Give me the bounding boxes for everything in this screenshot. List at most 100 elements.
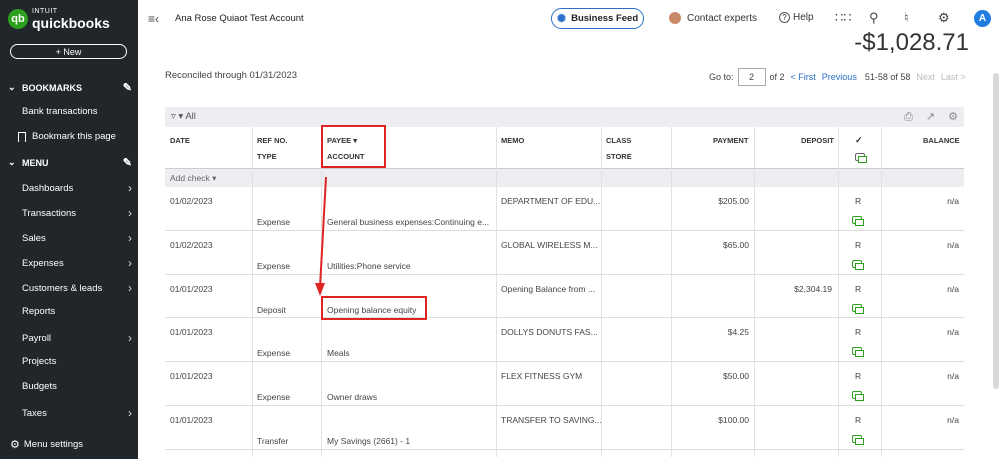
caret-down-icon: ▾ [178, 111, 184, 122]
add-check-dropdown[interactable]: Add check ▾ [165, 169, 964, 187]
intuit-wordmark: INTUIT [32, 8, 58, 15]
table-row[interactable]: 01/02/2023 Expense General business expens… [165, 187, 964, 231]
chevron-right-icon: › [128, 231, 132, 245]
payee-account-highlight-box [321, 125, 386, 168]
pencil-icon[interactable]: ✎ [123, 156, 132, 169]
sidebar-item-budgets[interactable]: Budgets [22, 381, 132, 392]
business-feed-label: Business Feed [571, 13, 639, 24]
attachment-icon[interactable] [852, 347, 864, 358]
col-payment[interactable]: PAYMENT [713, 136, 748, 145]
sidebar-item-expenses[interactable]: Expenses › [22, 256, 132, 270]
col-type[interactable]: TYPE [257, 152, 277, 161]
page-number-input[interactable]: 2 [737, 68, 766, 86]
column-divider [881, 127, 882, 457]
contact-experts-button[interactable]: Contact experts [669, 12, 757, 24]
chevron-right-icon: › [128, 281, 132, 295]
contact-experts-label: Contact experts [687, 12, 758, 24]
help-button[interactable]: ? Help [779, 12, 814, 23]
row-memo: GLOBAL WIRELESS M... [501, 239, 598, 250]
sidebar-item-sales[interactable]: Sales › [22, 231, 132, 245]
business-feed-button[interactable]: ✺ Business Feed [551, 8, 644, 29]
row-type: Transfer [257, 435, 289, 446]
table-row[interactable]: 01/01/2023 Deposit Opening balance equity O… [165, 275, 964, 319]
menu-label: MENU [22, 157, 49, 168]
row-reconcile-status: R [855, 414, 862, 425]
attachment-icon[interactable] [852, 391, 864, 402]
column-divider [496, 127, 497, 457]
col-class[interactable]: CLASS [606, 136, 631, 145]
row-memo: DEPARTMENT OF EDU... [501, 196, 601, 206]
table-row[interactable]: 01/01/2023 Expense Meals DOLLYS DONUTS FAS.… [165, 318, 964, 363]
sidebar-item-bookmark-this-page[interactable]: Bookmark this page [18, 131, 128, 142]
filter-funnel-icon: ▿ [171, 111, 176, 122]
user-avatar[interactable]: A [974, 10, 991, 27]
attachment-icon[interactable] [852, 434, 864, 445]
chevron-right-icon: › [128, 206, 132, 220]
attachment-icon[interactable] [852, 216, 864, 226]
table-header: DATE REF NO. TYPE PAYEE ▾ ACCOUNT MEMO C… [165, 127, 964, 169]
gear-icon[interactable]: ⚙ [938, 10, 950, 26]
table-row[interactable]: 01/02/2023 Expense Utilities:Phone service… [165, 231, 964, 275]
sidebar-item-label: Bookmark this page [32, 131, 116, 142]
col-reconcile-status[interactable]: ✓ [855, 135, 863, 146]
row-reconcile-status: R [855, 283, 862, 294]
apps-grid-icon[interactable]: ∷∷ [835, 10, 852, 26]
vertical-scrollbar[interactable] [993, 73, 999, 389]
row-memo: TRANSFER TO SAVING... [501, 414, 601, 425]
attachment-icon[interactable] [852, 303, 864, 314]
col-balance[interactable]: BALANCE [923, 136, 960, 145]
row-account: Owner draws [327, 392, 378, 403]
sidebar-item-label: Customers & leads [22, 282, 103, 294]
expert-avatar-icon [669, 12, 681, 24]
row-balance: n/a [947, 239, 959, 250]
column-divider [252, 127, 253, 457]
first-page-link[interactable]: < First [791, 72, 816, 82]
page-total: of 2 [769, 72, 785, 82]
settings-gear-icon[interactable]: ⚙ [948, 111, 958, 123]
bell-icon[interactable]: ♮ [904, 10, 909, 26]
search-icon[interactable]: ⚲ [869, 10, 879, 26]
menu-section-header[interactable]: ⌄ MENU ✎ [8, 156, 132, 169]
chevron-down-icon: ⌄ [8, 157, 16, 167]
sidebar-item-reports[interactable]: Reports [22, 306, 132, 317]
table-row[interactable]: 01/01/2023 Expense Owner draws FLEX FITNESS… [165, 362, 964, 406]
menu-settings-button[interactable]: ⚙ Menu settings [10, 438, 83, 451]
filter-dropdown[interactable]: ▿ ▾ All [171, 111, 196, 122]
bookmark-icon [18, 131, 26, 142]
export-icon[interactable]: ↗ [926, 111, 935, 123]
col-store[interactable]: STORE [606, 152, 632, 161]
print-icon[interactable]: ⎙ [904, 111, 913, 123]
column-divider [838, 127, 839, 457]
new-button[interactable]: + New [10, 44, 127, 59]
row-type: Deposit [257, 304, 286, 315]
column-divider [601, 127, 602, 457]
add-check-label: Add check [170, 173, 210, 183]
table-row[interactable]: 01/01/2023 Transfer My Savings (2661) - 1 T… [165, 406, 964, 450]
sidebar-item-projects[interactable]: Projects [22, 356, 132, 367]
sidebar-item-transactions[interactable]: Transactions › [22, 206, 132, 220]
col-date[interactable]: DATE [170, 136, 190, 145]
previous-page-link[interactable]: Previous [822, 72, 857, 82]
sidebar-item-taxes[interactable]: Taxes › [22, 406, 132, 420]
row-payment: $4.25 [727, 327, 749, 338]
sidebar-item-dashboards[interactable]: Dashboards › [22, 181, 132, 195]
sidebar-item-customers-leads[interactable]: Customers & leads › [22, 281, 132, 295]
col-deposit[interactable]: DEPOSIT [801, 136, 834, 145]
attachment-icon[interactable] [852, 259, 864, 270]
pencil-icon[interactable]: ✎ [123, 81, 132, 94]
sidebar-item-payroll[interactable]: Payroll › [22, 331, 132, 345]
row-memo: FLEX FITNESS GYM [501, 371, 583, 382]
col-memo[interactable]: MEMO [501, 136, 524, 145]
collapse-menu-icon[interactable]: ≡‹ [148, 12, 159, 26]
row-reconcile-status: R [855, 371, 862, 382]
row-reconcile-status: R [855, 239, 862, 250]
main-content: -$1,028.71 Reconciled through 01/31/2023… [138, 29, 999, 459]
col-ref-no[interactable]: REF NO. [257, 136, 287, 145]
row-reconcile-status: R [855, 196, 862, 206]
row-date: 01/02/2023 [170, 196, 213, 206]
quickbooks-logo[interactable]: qb INTUIT quickbooks [8, 8, 110, 30]
row-type: Expense [257, 217, 291, 227]
sidebar-item-bank-transactions[interactable]: Bank transactions [22, 106, 132, 117]
chevron-right-icon: › [128, 181, 132, 195]
bookmarks-section-header[interactable]: ⌄ BOOKMARKS ✎ [8, 81, 132, 94]
